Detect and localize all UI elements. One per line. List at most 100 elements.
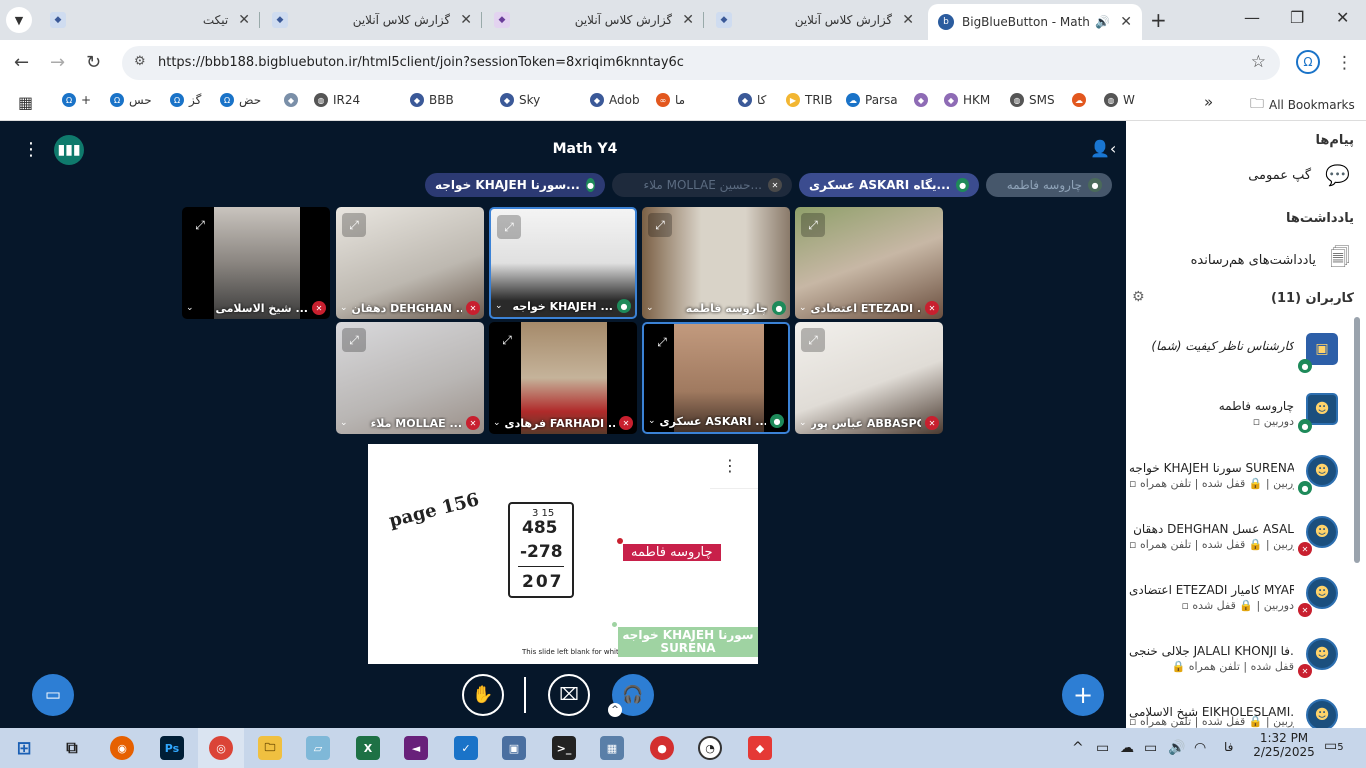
bookmark-11[interactable]: ◆ کا [738,93,766,107]
presentation-options-button[interactable]: ⋮ [722,456,738,475]
chevron-down-icon[interactable]: ⌄ [340,303,348,313]
start-windows-icon[interactable]: ⊞ [12,736,36,760]
notification-center[interactable]: ▭5 [1324,738,1344,754]
user-list-item[interactable]: ☻ ● چاروسه فاطمه ▫ دوربین [1126,387,1356,447]
visual-studio-icon[interactable]: ◄ [404,736,428,760]
presentation-whiteboard[interactable]: ⋮ page 156 3 15 485 -278 207 چاروسه فاطم… [368,444,758,664]
chevron-down-icon[interactable]: ⌄ [799,418,807,428]
close-icon[interactable]: ✕ [902,12,914,28]
bookmark-6[interactable]: ◍ IR24 [314,93,360,107]
video-tile[interactable]: ⤢ ⌄ شیخ الاسلامی ... ✕ [182,207,330,319]
chevron-down-icon[interactable]: ⌄ [799,303,807,313]
bookmark-5[interactable]: ◆ [284,93,298,107]
back-button[interactable]: ← [14,52,29,73]
todo-check-icon[interactable]: ✓ [454,736,478,760]
camera-toggle-button[interactable]: ⌧ [548,674,590,716]
excel-icon[interactable]: X [356,736,380,760]
site-info-icon[interactable]: ⚙ [134,54,146,69]
tab-search-dropdown[interactable]: ▼ [6,7,32,33]
clock-app-icon[interactable]: ◔ [698,736,722,760]
bookmark-14[interactable]: ◆ [914,93,928,107]
fullscreen-icon[interactable]: ⤢ [650,330,674,354]
talker-pill[interactable]: ملاء MOLLAE حسین... ✕ [612,173,792,197]
video-tile[interactable]: ⤢ ⌄ دهقان DEHGHAN ... ✕ [336,207,484,319]
bookmark-17[interactable]: ☁ [1072,93,1086,107]
browser-menu-button[interactable]: ⋮ [1336,53,1353,73]
terminal-icon[interactable]: >_ [552,736,576,760]
chevron-down-icon[interactable]: ⌄ [495,301,503,311]
user-list-toggle-icon[interactable]: 👤‹ [1090,139,1116,158]
bookmark-18[interactable]: ◍ W [1104,93,1135,107]
reload-button[interactable]: ↻ [86,52,101,73]
audio-options-chevron-icon[interactable]: ^ [608,703,622,717]
window-close-button[interactable]: ✕ [1336,8,1349,27]
task-view-icon[interactable]: ⧉ [60,736,84,760]
chevron-down-icon[interactable]: ⌄ [340,418,348,428]
video-tile[interactable]: ⤢ ⌄ چاروسه فاطمه ● [642,207,790,319]
tray-volume-icon[interactable]: 🔊 [1168,740,1185,756]
maximize-button[interactable]: ❐ [1290,8,1304,27]
video-tile[interactable]: ⤢ ⌄ ملاء MOLLAE ... ✕ [336,322,484,434]
speaker-icon[interactable]: 🔊 [1095,15,1110,29]
chevron-down-icon[interactable]: ⌄ [646,303,654,313]
chevron-down-icon[interactable]: ⌄ [186,303,194,313]
omnibox[interactable]: ⚙ https://bbb188.bigbluebuton.ir/html5cl… [122,46,1280,80]
tray-wifi-icon[interactable]: ◠ [1194,740,1206,756]
close-icon[interactable]: ✕ [460,12,472,28]
bookmark-1[interactable]: Ω + [62,93,91,107]
tray-battery-icon[interactable]: ▭ [1144,740,1157,756]
user-list-item[interactable]: ☻ ✕ اعتضادی ETEZADI کامیار MYAR... ▫ دور… [1126,571,1356,631]
tab-1[interactable]: ◆ تیکت ✕ [40,6,260,34]
fullscreen-icon[interactable]: ⤢ [648,213,672,237]
user-list-item[interactable]: ☻ شیخ الاسلامی EIKHOLESLAMI... ▫ دوربین … [1126,693,1356,728]
clock[interactable]: 1:32 PM 2/25/2025 [1252,731,1316,759]
talker-pill[interactable]: عسکری ASKARI یگاه... ● [799,173,979,197]
fullscreen-icon[interactable]: ⤢ [497,215,521,239]
url-text[interactable]: https://bbb188.bigbluebuton.ir/html5clie… [158,55,684,70]
video-tile[interactable]: ⤢ ⌄ عسکری ASKARI ... ● [642,322,790,434]
close-icon[interactable]: ✕ [1120,14,1132,30]
shared-notes-item[interactable]: یادداشت‌های هم‌رسانده 🗐 [1191,243,1350,277]
user-list-scrollbar[interactable] [1354,317,1360,563]
fullscreen-icon[interactable]: ⤢ [342,328,366,352]
input-language[interactable]: فا [1224,740,1233,754]
tray-chevron-up-icon[interactable]: ^ [1072,740,1084,756]
chrome-icon[interactable]: ◎ [209,736,233,760]
tray-display-icon[interactable]: ▭ [1096,740,1109,756]
fullscreen-icon[interactable]: ⤢ [801,213,825,237]
user-list-item[interactable]: ☻ ✕ جلالی خنجی JALALI KHONJI فا... 🔒 قفل… [1126,632,1356,692]
file-explorer-icon[interactable]: 🗀 [258,736,282,760]
bookmark-15[interactable]: ◆ HKM [944,93,990,107]
user-settings-gear-icon[interactable]: ⚙ [1132,289,1145,305]
tab-2[interactable]: ◆ گزارش کلاس آنلاین ✕ [262,6,482,34]
network-app-icon[interactable]: ▣ [502,736,526,760]
connection-status-icon[interactable]: ▮▮▮ [54,135,84,165]
presentation-toggle-button[interactable]: ▭ [32,674,74,716]
bookmark-8[interactable]: ◆ Sky [500,93,540,107]
more-bookmarks-chevron-icon[interactable]: » [1204,93,1213,111]
apps-grid-icon[interactable]: ▦ [18,93,33,112]
fullscreen-icon[interactable]: ⤢ [342,213,366,237]
anydesk-icon[interactable]: ◆ [748,736,772,760]
close-icon[interactable]: ✕ [682,12,694,28]
bookmark-star-icon[interactable]: ☆ [1251,52,1266,72]
forward-button[interactable]: → [50,52,65,73]
bookmark-2[interactable]: Ω حس [110,93,152,107]
new-tab-button[interactable]: + [1150,8,1167,32]
video-tile[interactable]: ⤢ ⌄ خواجه KHAJEH ... ● [489,207,637,319]
close-icon[interactable]: ✕ [238,12,250,28]
bookmark-4[interactable]: Ω حض [220,93,261,107]
photoshop-icon[interactable]: Ps [160,736,184,760]
minimize-button[interactable]: — [1244,8,1260,27]
bookmark-10[interactable]: ∞ ما [656,93,685,107]
bookmark-16[interactable]: ◍ SMS [1010,93,1055,107]
user-list-item[interactable]: ☻ ✕ دهقان DEHGHAN عسل ASAL ▫ دوربین | 🔒 … [1126,510,1356,570]
fullscreen-icon[interactable]: ⤢ [188,213,212,237]
all-bookmarks[interactable]: 🗀 All Bookmarks [1250,93,1355,117]
video-tile[interactable]: ⤢ ⌄اعتضادی ETEZADI ... ✕ [795,207,943,319]
video-tile[interactable]: ⤢ ⌄عباس پور ABBASPOUR ... ✕ [795,322,943,434]
options-menu-button[interactable]: ⋮ [22,139,40,160]
fullscreen-icon[interactable]: ⤢ [495,328,519,352]
video-tile[interactable]: ⤢ ⌄ فرهادی FARHADI ... ✕ [489,322,637,434]
bookmark-13[interactable]: ☁ Parsa [846,93,898,107]
